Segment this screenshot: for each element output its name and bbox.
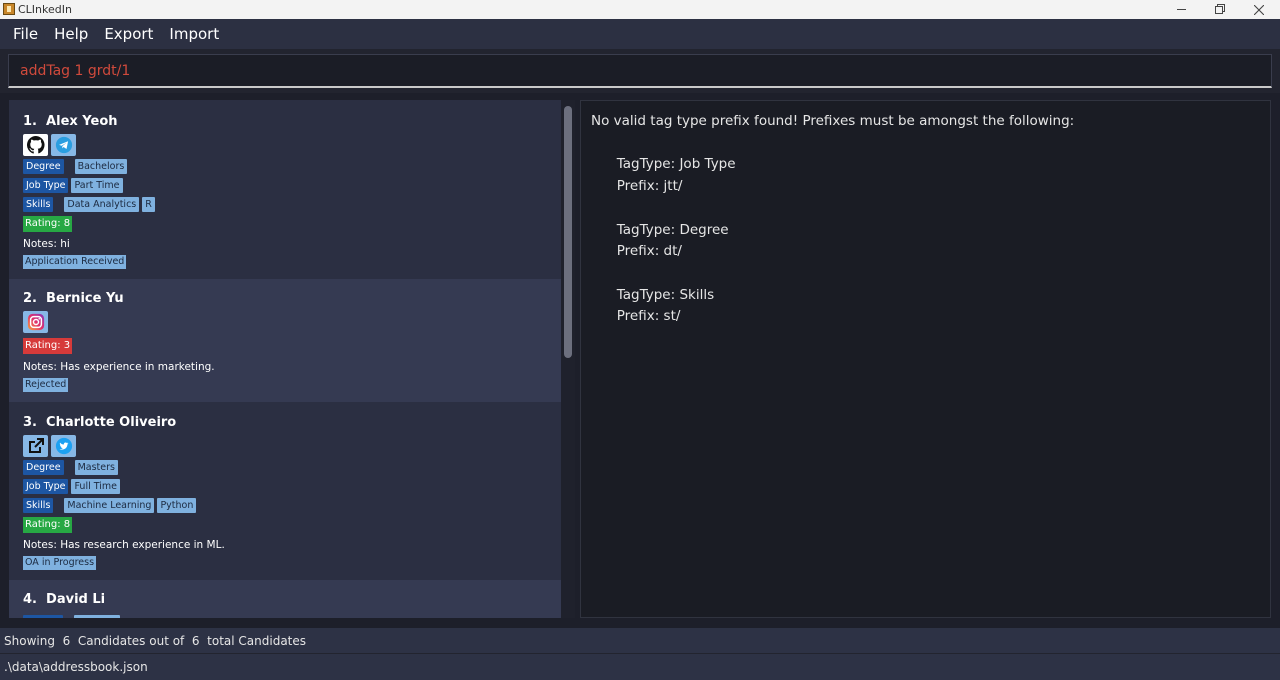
candidate-count-text: Showing 6 Candidates out of 6 total Cand… (4, 634, 307, 648)
tag-value: Python (157, 498, 197, 513)
menu-export[interactable]: Export (96, 25, 161, 43)
tag-type: Degree (23, 460, 64, 475)
tag-value: Part Time (71, 178, 123, 193)
tag-type: Job Type (23, 178, 69, 193)
result-tagtype: TagType: Job Type (616, 156, 736, 173)
tag-value: Full Time (71, 479, 120, 494)
close-button[interactable] (1241, 0, 1277, 19)
candidate-card[interactable]: 2. Bernice Yu Rating: 3 Notes: Has exper… (9, 279, 561, 402)
result-message: No valid tag type prefix found! Prefixes… (591, 113, 1075, 129)
menu-file[interactable]: File (5, 25, 46, 43)
notes-text: Notes: Has research experience in ML. (23, 539, 225, 551)
tag-type: Skills (23, 498, 54, 513)
tag-value: Data Analytics (64, 197, 140, 212)
status-badge: Application Received (23, 255, 127, 269)
tag-type: Skills (23, 197, 54, 212)
minimize-button[interactable] (1163, 0, 1199, 19)
result-prefix: Prefix: jtt/ (616, 178, 683, 195)
notes-text: Notes: Has experience in marketing. (23, 361, 215, 373)
rating-badge: Rating: 8 (23, 216, 73, 232)
telegram-icon[interactable] (51, 134, 76, 156)
file-path-text: .\data\addressbook.json (4, 660, 148, 674)
github-icon[interactable] (23, 134, 48, 156)
tag-type: Job Type (23, 479, 69, 494)
menu-help[interactable]: Help (46, 25, 96, 43)
title-bar: CLInkedIn (0, 0, 1280, 19)
candidate-card[interactable]: 4. David Li (9, 580, 561, 618)
candidate-name: 1. Alex Yeoh (23, 114, 118, 129)
app-icon (3, 3, 15, 15)
tag-value: Machine Learning (64, 498, 155, 513)
tag-value: Bachelors (74, 159, 128, 174)
candidate-card[interactable]: 1. Alex Yeoh Degree Bachelors Job Type P… (9, 100, 561, 279)
close-icon (1254, 4, 1264, 15)
window-title: CLInkedIn (18, 3, 72, 16)
rating-badge: Rating: 8 (23, 517, 73, 533)
status-bar-file: .\data\addressbook.json (0, 653, 1280, 680)
result-prefix: Prefix: st/ (616, 308, 681, 325)
candidate-card[interactable]: 3. Charlotte Oliveiro Degree Masters Job… (9, 402, 561, 580)
status-bar-summary: Showing 6 Candidates out of 6 total Cand… (0, 628, 1280, 653)
candidate-name: 2. Bernice Yu (23, 291, 124, 306)
scrollbar-thumb[interactable] (564, 106, 572, 358)
result-tagtype: TagType: Degree (616, 221, 729, 238)
command-input-text: addTag 1 grdt/1 (20, 63, 131, 79)
notes-text: Notes: hi (23, 238, 70, 250)
menu-import[interactable]: Import (161, 25, 227, 43)
command-area: addTag 1 grdt/1 (0, 49, 1280, 93)
result-display: No valid tag type prefix found! Prefixes… (580, 100, 1271, 618)
list-scrollbar[interactable] (561, 100, 575, 618)
divider (0, 618, 1280, 628)
candidate-name: 4. David Li (23, 592, 106, 607)
command-input[interactable]: addTag 1 grdt/1 (8, 54, 1272, 88)
candidate-list[interactable]: 1. Alex Yeoh Degree Bachelors Job Type P… (9, 100, 561, 618)
tag-type: Degree (23, 159, 64, 174)
menu-bar: File Help Export Import (0, 19, 1280, 49)
result-text: No valid tag type prefix found! Prefixes… (591, 111, 1074, 328)
maximize-button[interactable] (1201, 0, 1237, 19)
status-badge: Rejected (23, 378, 69, 392)
external-link-icon[interactable] (23, 435, 48, 457)
restore-icon (1215, 5, 1223, 14)
result-tagtype: TagType: Skills (616, 286, 715, 303)
instagram-icon[interactable] (23, 311, 48, 333)
twitter-icon[interactable] (51, 435, 76, 457)
tag-value: Masters (74, 460, 118, 475)
result-prefix: Prefix: dt/ (616, 243, 682, 260)
rating-badge: Rating: 3 (23, 338, 73, 354)
minimize-icon (1176, 9, 1186, 10)
status-badge: OA in Progress (23, 556, 97, 570)
candidate-name: 3. Charlotte Oliveiro (23, 415, 177, 430)
tag-value: R (142, 197, 155, 212)
